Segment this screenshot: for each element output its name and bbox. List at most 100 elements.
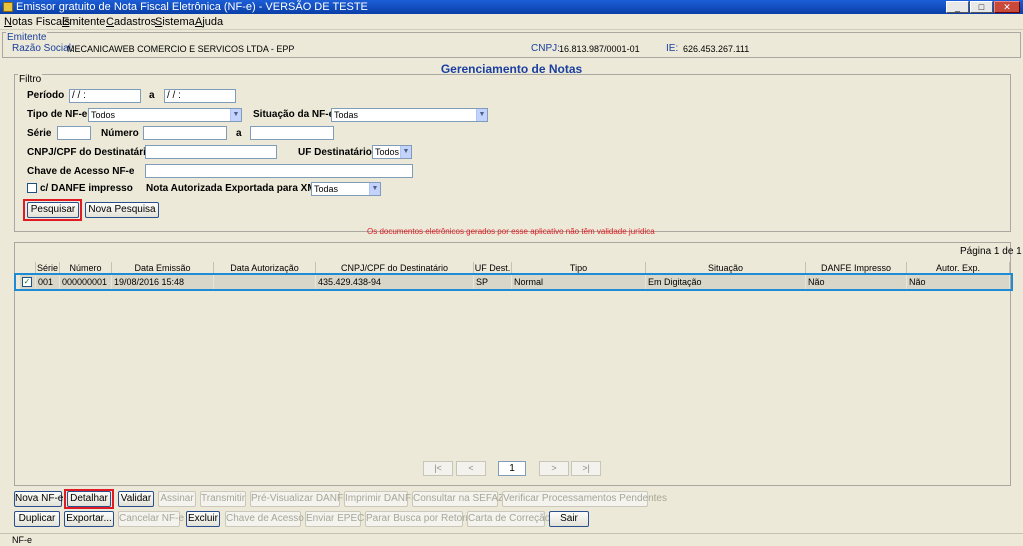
uf-destinatario-select[interactable]: Todos ▼ [372, 145, 412, 159]
detalhar-button[interactable]: Detalhar [67, 491, 111, 507]
cell-data-emissao: 19/08/2016 15:48 [112, 275, 214, 289]
cnpj-destinatario-label: CNPJ/CPF do Destinatário [27, 147, 153, 158]
numero-label: Número [101, 128, 139, 139]
last-page-button[interactable]: >| [571, 461, 601, 476]
cell-autor-exp: Não [907, 275, 1010, 289]
cancelar-nfe-button[interactable]: Cancelar NF-e [118, 511, 184, 527]
tipo-nfe-select[interactable]: Todos ▼ [88, 108, 242, 122]
xml-exportada-select[interactable]: Todas ▼ [311, 182, 381, 196]
pesquisar-button[interactable]: Pesquisar [27, 202, 79, 218]
menu-emitente[interactable]: Emitente [62, 15, 105, 29]
prev-page-button[interactable]: < [456, 461, 486, 476]
cnpj-label: CNPJ: [531, 43, 560, 54]
column-header-danfe[interactable]: DANFE Impresso [806, 262, 907, 274]
duplicar-button[interactable]: Duplicar [14, 511, 60, 527]
filtro-legend: Filtro [18, 74, 43, 85]
numero-from-input[interactable] [143, 126, 227, 140]
close-icon[interactable]: ✕ [994, 1, 1020, 13]
column-header-autor-exp[interactable]: Autor. Exp. [907, 262, 1010, 274]
validar-button[interactable]: Validar [118, 491, 154, 507]
column-header-data-autorizacao[interactable]: Data Autorização [214, 262, 316, 274]
carta-correcao-button[interactable]: Carta de Correção [467, 511, 550, 527]
cnpj-destinatario-input[interactable] [145, 145, 277, 159]
excluir-button[interactable]: Excluir [186, 511, 220, 527]
situacao-select[interactable]: Todas ▼ [331, 108, 488, 122]
parar-busca-button[interactable]: Parar Busca por Retorno [365, 511, 477, 527]
serie-input[interactable] [57, 126, 91, 140]
emitente-panel: Emitente Razão Social: MECANICAWEB COMER… [2, 32, 1021, 58]
tipo-nfe-label: Tipo de NF-e [27, 109, 88, 120]
first-page-button[interactable]: |< [423, 461, 453, 476]
consultar-sefaz-button[interactable]: Consultar na SEFAZ [412, 491, 504, 507]
next-page-button[interactable]: > [539, 461, 569, 476]
pre-visualizar-danfe-button[interactable]: Pré-Visualizar DANFE [250, 491, 350, 507]
serie-label: Série [27, 128, 52, 139]
situacao-label: Situação da NF-e [253, 109, 335, 120]
chave-acesso-input[interactable] [145, 164, 413, 178]
nova-pesquisa-button[interactable]: Nova Pesquisa [85, 202, 159, 218]
periodo-from-input[interactable]: / / : [69, 89, 141, 103]
razao-social-label: Razão Social: [12, 43, 74, 54]
chave-acesso-button[interactable]: Chave de Acesso [225, 511, 304, 527]
menu-ajuda[interactable]: Ajuda [195, 15, 223, 29]
cell-serie: 001 [36, 275, 60, 289]
column-header-tipo[interactable]: Tipo [512, 262, 646, 274]
cell-data-autorizacao [214, 275, 316, 289]
page-number-input[interactable]: 1 [498, 461, 526, 476]
danfe-impresso-label: c/ DANFE impresso [40, 183, 133, 194]
menu-cadastros[interactable]: Cadastros [106, 15, 156, 29]
ie-label: IE: [666, 43, 679, 54]
exportar-button[interactable]: Exportar... [64, 511, 114, 527]
chevron-down-icon: ▼ [230, 109, 241, 121]
cell-situacao: Em Digitação [646, 275, 806, 289]
assinar-button[interactable]: Assinar [158, 491, 196, 507]
window-title: Emissor gratuito de Nota Fiscal Eletrôni… [16, 1, 368, 13]
danfe-impresso-checkbox[interactable] [27, 183, 37, 193]
cell-uf: SP [474, 275, 512, 289]
validity-warning: Os documentos eletrônicos gerados por es… [367, 227, 655, 236]
periodo-label: Período [27, 90, 65, 101]
xml-exportada-label: Nota Autorizada Exportada para XML [146, 183, 322, 194]
cell-tipo: Normal [512, 275, 646, 289]
row-checkbox[interactable]: ✓ [22, 277, 32, 287]
filtro-panel: Filtro Período / / : a / / : Tipo de NF-… [14, 74, 1011, 236]
column-header-cnpj[interactable]: CNPJ/CPF do Destinatário [316, 262, 474, 274]
emitente-legend: Emitente [6, 32, 48, 43]
transmitir-button[interactable]: Transmitir [200, 491, 246, 507]
page-indicator: Página 1 de 1 [960, 246, 1022, 257]
table-header: Série Número Data Emissão Data Autorizaç… [20, 262, 1010, 274]
nova-nfe-button[interactable]: Nova NF-e [14, 491, 63, 507]
maximize-icon[interactable]: □ [970, 1, 993, 13]
status-bar: NF-e [0, 533, 1023, 546]
menu-notas-fiscais[interactable]: Notas Fiscais [4, 15, 70, 29]
column-header-data-emissao[interactable]: Data Emissão [112, 262, 214, 274]
title-bar: Emissor gratuito de Nota Fiscal Eletrôni… [0, 0, 1023, 14]
numero-to-input[interactable] [250, 126, 334, 140]
imprimir-danfe-button[interactable]: Imprimir DANFE [344, 491, 418, 507]
cnpj-value: 16.813.987/0001-01 [559, 44, 640, 54]
numero-sep: a [236, 128, 242, 139]
column-header-select [20, 262, 36, 274]
ie-value: 626.453.267.111 [683, 44, 750, 54]
chevron-down-icon: ▼ [369, 183, 380, 195]
sair-button[interactable]: Sair [549, 511, 589, 527]
menu-sistema[interactable]: Sistema [155, 15, 195, 29]
column-header-serie[interactable]: Série [36, 262, 60, 274]
enviar-epec-button[interactable]: Enviar EPEC [305, 511, 364, 527]
row-select-cell[interactable]: ✓ [20, 275, 36, 289]
cell-cnpj: 435.429.438-94 [316, 275, 474, 289]
cell-danfe: Não [806, 275, 907, 289]
menu-bar: Notas Fiscais Emitente Cadastros Sistema… [0, 14, 1023, 30]
chevron-down-icon: ▼ [476, 109, 487, 121]
table-row[interactable]: ✓ 001 000000001 19/08/2016 15:48 435.429… [20, 275, 1010, 289]
column-header-situacao[interactable]: Situação [646, 262, 806, 274]
periodo-to-input[interactable]: / / : [164, 89, 236, 103]
verificar-pendentes-button[interactable]: Verificar Processamentos Pendentes [502, 491, 667, 507]
periodo-sep: a [149, 90, 155, 101]
column-header-numero[interactable]: Número [60, 262, 112, 274]
razao-social-value: MECANICAWEB COMERCIO E SERVICOS LTDA - E… [67, 44, 295, 54]
uf-destinatario-label: UF Destinatário [298, 147, 372, 158]
minimize-icon[interactable]: _ [946, 1, 969, 13]
column-header-uf[interactable]: UF Dest. [474, 262, 512, 274]
app-icon [3, 2, 13, 12]
